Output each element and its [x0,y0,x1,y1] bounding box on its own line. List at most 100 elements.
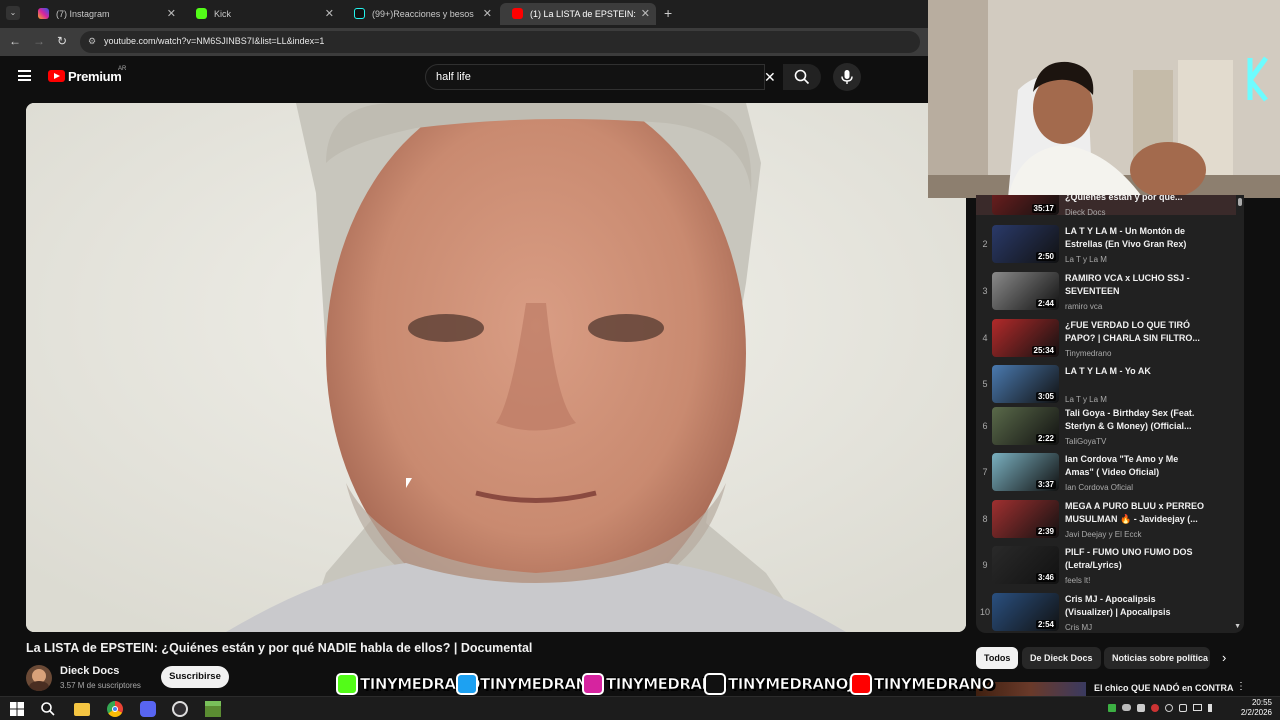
playlist-item-title[interactable]: Ian Cordova "Te Amo y Me Amas" ( Video O… [1065,453,1205,479]
brand-label: Premium [68,69,122,84]
playlist-item-channel[interactable]: Tinymedrano [1065,349,1111,358]
playlist-item[interactable]: 5 3:05 LA T Y LA M - Yo AK La T y La M [976,365,1236,411]
playlist-item-thumbnail[interactable]: 2:44 [992,272,1059,310]
forward-icon[interactable]: → [33,34,45,48]
playlist-item[interactable]: 35:17 ¿Quiénes están y por qué... Dieck Do… [976,195,1236,217]
discord-icon[interactable] [140,701,156,717]
playlist-item[interactable]: 7 3:37 Ian Cordova "Te Amo y Me Amas" ( Vi… [976,453,1236,499]
file-explorer-icon[interactable] [74,703,90,716]
close-tab-icon[interactable]: ✕ [167,7,176,20]
playlist-item-thumbnail[interactable]: 2:22 [992,407,1059,445]
new-tab-icon[interactable]: + [664,5,672,21]
sync-icon[interactable] [1165,704,1173,712]
playlist-item-title[interactable]: PILF - FUMO UNO FUMO DOS (Letra/Lyrics) [1065,546,1205,572]
playlist-item-channel[interactable]: Dieck Docs [1065,208,1105,217]
next-video-title[interactable]: El chico QUE NADÓ en CONTRA [1094,683,1234,693]
wifi-icon[interactable] [1179,704,1187,712]
search-input[interactable]: half life ✕ [425,64,776,90]
monitor-icon[interactable] [1193,704,1202,711]
channel-avatar[interactable] [26,665,52,691]
address-bar[interactable]: ⚙ youtube.com/watch?v=NM6SJINBS7I&list=L… [80,31,920,53]
playlist-item-title[interactable]: RAMIRO VCA x LUCHO SSJ - SEVENTEEN [1065,272,1205,298]
video-duration: 2:54 [1035,620,1056,629]
voice-search-button[interactable] [833,63,861,91]
playlist-item[interactable]: 3 2:44 RAMIRO VCA x LUCHO SSJ - SEVENTEEN r… [976,272,1236,318]
search-icon[interactable] [40,701,56,717]
playlist-item-title[interactable]: Tali Goya - Birthday Sex (Feat. Sterlyn … [1065,407,1205,433]
volume-icon[interactable] [1208,704,1216,712]
playlist-item-title[interactable]: MEGA A PURO BLUU x PERREO MUSULMAN 🔥 - J… [1065,500,1205,526]
playlist-item-channel[interactable]: ramiro vca [1065,302,1102,311]
clock-date: 2/2/2026 [1240,708,1272,717]
chip-all[interactable]: Todos [976,647,1019,669]
playlist-item-title[interactable]: ¿FUE VERDAD LO QUE TIRÓ PAPO? | CHARLA S… [1065,319,1205,345]
playlist-item-index: 10 [979,607,990,617]
playlist-item-thumbnail[interactable]: 2:50 [992,225,1059,263]
playlist-item-title[interactable]: LA T Y LA M - Yo AK [1065,365,1205,378]
close-tab-icon[interactable]: ✕ [483,7,492,20]
back-icon[interactable]: ← [9,34,21,48]
playlist-scrollbar[interactable] [1238,198,1242,206]
youtube-logo[interactable]: Premium AR [48,66,148,87]
tiktok-icon [704,673,726,695]
playlist-item-thumbnail[interactable]: 2:54 [992,593,1059,631]
tab-instagram[interactable]: (7) Instagram ✕ [26,3,182,25]
channel-name[interactable]: Dieck Docs [60,665,119,677]
playlist-item-channel[interactable]: feels lt! [1065,576,1090,585]
obs-icon[interactable] [172,701,188,717]
playlist-item[interactable]: 4 25:34 ¿FUE VERDAD LO QUE TIRÓ PAPO? | CH… [976,319,1236,365]
search-button[interactable] [783,64,821,90]
playlist-item[interactable]: 6 2:22 Tali Goya - Birthday Sex (Feat. Ste… [976,407,1236,453]
close-tab-icon[interactable]: ✕ [325,7,334,20]
chip-channel[interactable]: De Dieck Docs [1022,647,1101,669]
playlist-item-channel[interactable]: Javi Deejay y El Ecck [1065,530,1141,539]
game-controller-icon[interactable] [1122,704,1131,711]
twitter-icon [456,673,478,695]
playlist-item-thumbnail[interactable]: 2:39 [992,500,1059,538]
camera-icon[interactable] [1151,704,1159,712]
playlist-item-title[interactable]: LA T Y LA M - Un Montón de Estrellas (En… [1065,225,1205,251]
tab-list-dropdown[interactable]: ⌄ [6,6,20,20]
more-options-icon[interactable]: ⋮ [1236,681,1246,692]
tab-kick[interactable]: Kick ✕ [184,3,340,25]
playlist-item-channel[interactable]: Cris MJ [1065,623,1092,632]
youtube-icon [512,8,523,19]
close-tab-icon[interactable]: ✕ [641,7,650,20]
playlist-item-channel[interactable]: Ian Cordova Oficial [1065,483,1133,492]
playlist-item-channel[interactable]: TaliGoyaTV [1065,437,1106,446]
reload-icon[interactable]: ↻ [57,34,67,48]
minecraft-icon[interactable] [205,701,221,717]
clock[interactable]: 20:55 2/2/2026 [1241,698,1272,718]
chrome-icon[interactable] [107,701,123,717]
playlist-item-title[interactable]: Cris MJ - Apocalipsis (Visualizer) | Apo… [1065,593,1205,619]
tab-tiktok[interactable]: (99+)Reacciones y besos de Ali ✕ [342,3,498,25]
playlist-item[interactable]: 2 2:50 LA T Y LA M - Un Montón de Estrella… [976,225,1236,271]
playlist-item-channel[interactable]: La T y La M [1065,255,1107,264]
social-handle-label: TINYMEDRANOJR [728,675,865,694]
shield-icon[interactable] [1137,704,1145,712]
subscribe-button[interactable]: Suscribirse [161,666,229,688]
chip-politics[interactable]: Noticias sobre política [1104,647,1210,669]
instagram-icon [582,673,604,695]
menu-icon[interactable] [18,70,31,81]
playlist-item-title[interactable]: ¿Quiénes están y por qué... [1065,195,1205,204]
video-duration: 2:50 [1035,252,1056,261]
playlist-item-thumbnail[interactable]: 25:34 [992,319,1059,357]
clear-search-icon[interactable]: ✕ [764,69,776,86]
mouse-cursor-icon [406,478,412,488]
playlist-item-thumbnail[interactable]: 3:46 [992,546,1059,584]
playlist-item-channel[interactable]: La T y La M [1065,395,1107,404]
site-info-icon[interactable]: ⚙ [88,36,96,47]
video-player[interactable] [26,103,966,632]
windows-start-icon[interactable] [9,701,25,717]
network-icon[interactable] [1108,704,1116,712]
playlist-item-thumbnail[interactable]: 3:37 [992,453,1059,491]
playlist-item-thumbnail[interactable]: 35:17 [992,195,1059,215]
chevron-right-icon[interactable]: › [1222,650,1226,665]
playlist-item[interactable]: 9 3:46 PILF - FUMO UNO FUMO DOS (Letra/Lyr… [976,546,1236,592]
tab-youtube[interactable]: (1) La LISTA de EPSTEIN: ¿Quién ✕ [500,3,656,25]
system-tray[interactable] [1108,704,1230,714]
playlist-item[interactable]: 8 2:39 MEGA A PURO BLUU x PERREO MUSULMAN … [976,500,1236,546]
playlist-item-thumbnail[interactable]: 3:05 [992,365,1059,403]
playlist-item[interactable]: 10 2:54 Cris MJ - Apocalipsis (Visualizer)… [976,593,1236,633]
